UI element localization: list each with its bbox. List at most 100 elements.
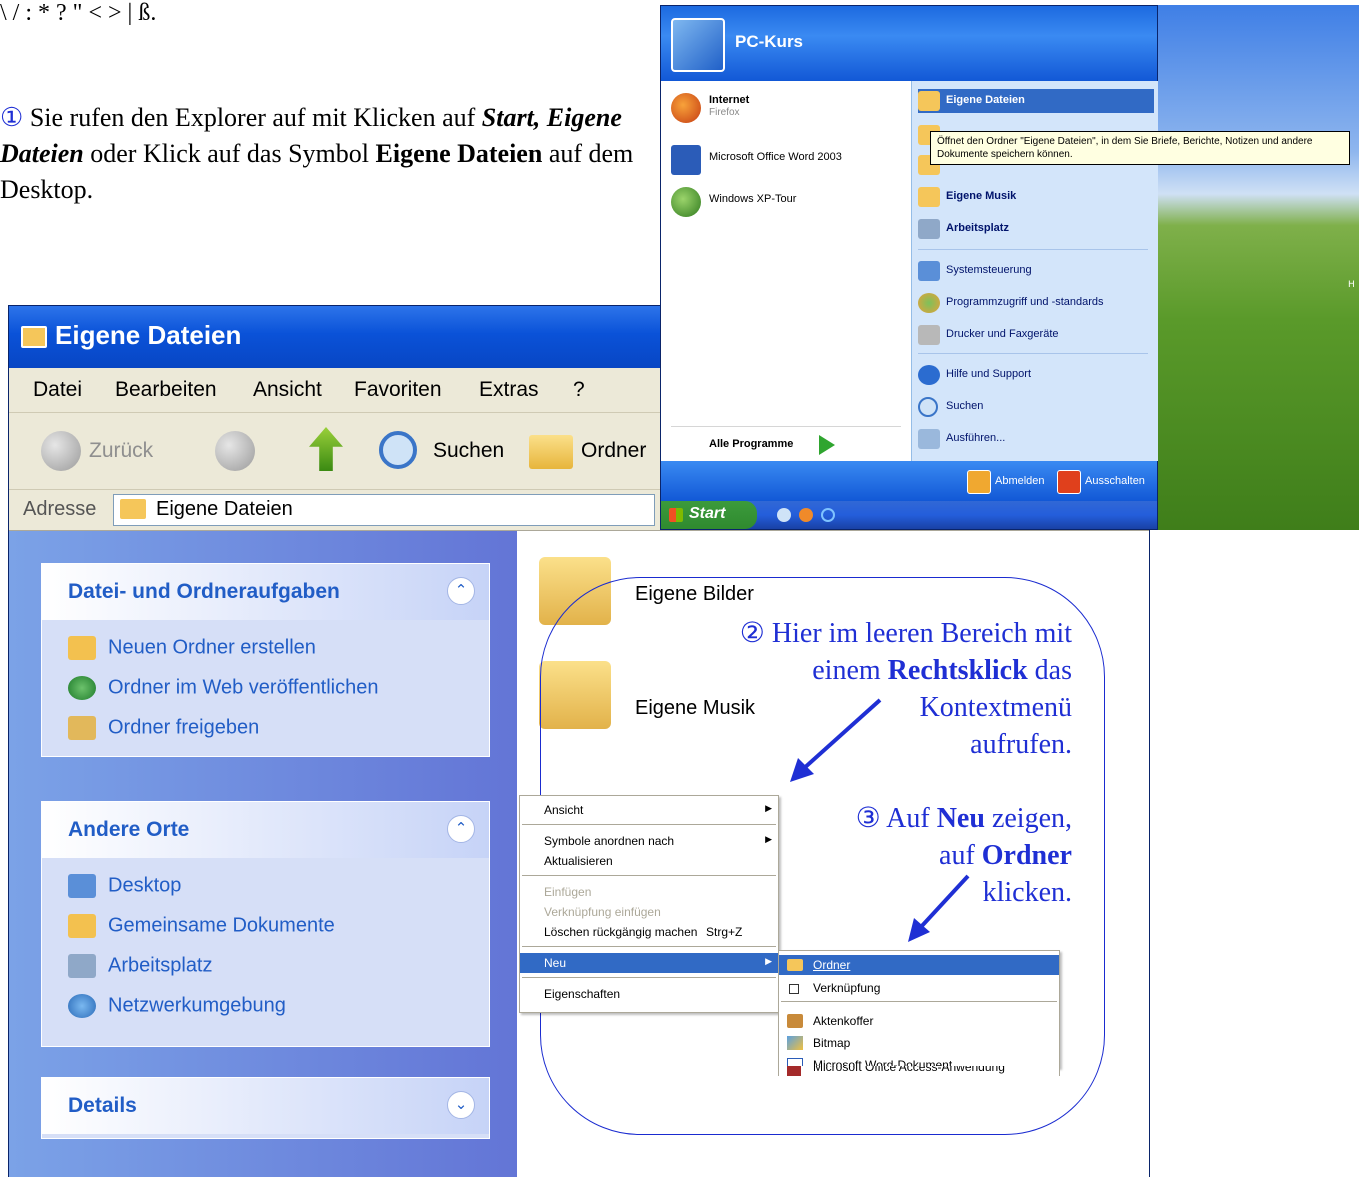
item-systemsteuerung[interactable]: Systemsteuerung [918,259,1154,283]
menu-datei[interactable]: Datei [33,378,82,402]
firefox-quicklaunch-icon[interactable] [799,508,813,522]
places-panel-header[interactable]: Andere Orte ⌃ [42,802,489,858]
new-bitmap-label: Bitmap [813,1036,851,1050]
task-new-folder[interactable]: Neuen Ordner erstellen [68,636,316,660]
step2-strong: Rechtsklick [887,655,1028,686]
menu-ansicht[interactable]: Ansicht [253,378,322,402]
program-internet[interactable]: Internet Firefox [671,91,901,125]
submenu-arrow-icon: ▶ [765,956,772,966]
details-panel-header[interactable]: Details ⌄ [42,1078,489,1134]
new-aktenkoffer-label: Aktenkoffer [813,1014,874,1028]
shutdown-button[interactable]: Ausschalten [1085,475,1145,487]
menu-help[interactable]: ? [573,378,585,402]
back-button[interactable]: Zurück [89,439,153,463]
task-pane: Datei- und Ordneraufgaben ⌃ Neuen Ordner… [9,531,517,1177]
place-shared-documents-label: Gemeinsame Dokumente [108,914,335,937]
program-xp-tour-label: Windows XP-Tour [709,193,797,205]
step3-line-b: auf [939,840,982,871]
step3-line-a: Auf [880,803,937,834]
up-folder-icon[interactable] [309,427,343,471]
task-share-folder[interactable]: Ordner freigeben [68,716,259,740]
expand-down-icon[interactable]: ⌄ [447,1091,475,1119]
item-suchen[interactable]: Suchen [918,395,1154,419]
ctx-rueckgaengig[interactable]: Löschen rückgängig machen Strg+Z [520,922,778,942]
place-shared-documents[interactable]: Gemeinsame Dokumente [68,914,335,938]
ctx-neu[interactable]: Neu ▶ [520,953,778,973]
collapse-up-icon[interactable]: ⌃ [447,815,475,843]
address-field[interactable]: Eigene Dateien [113,494,655,526]
address-label: Adresse [23,498,97,520]
menu-extras[interactable]: Extras [479,378,539,402]
new-verknuepfung[interactable]: Verknüpfung [779,978,1059,998]
my-computer-icon [68,954,96,978]
place-my-computer[interactable]: Arbeitsplatz [68,954,213,978]
place-desktop[interactable]: Desktop [68,874,181,898]
run-icon [918,429,940,449]
details-panel: Details ⌄ [41,1077,490,1139]
back-arrow-icon[interactable] [41,431,81,471]
new-ordner-label: Ordner [813,958,851,972]
menu-bearbeiten[interactable]: Bearbeiten [115,378,217,402]
item-ausfuehren[interactable]: Ausführen... [918,427,1154,451]
arrow-to-blank-area-icon [790,698,882,782]
place-network-label: Netzwerkumgebung [108,994,286,1017]
details-panel-title: Details [68,1094,137,1117]
logoff-button[interactable]: Abmelden [995,475,1045,487]
ctx-symbole-anordnen[interactable]: Symbole anordnen nach ▶ [520,831,778,851]
folders-icon[interactable] [529,435,573,469]
forward-arrow-icon[interactable] [215,431,255,471]
ctx-eigenschaften-label: Eigenschaften [544,987,621,1001]
tooltip: Öffnet den Ordner "Eigene Dateien", in d… [930,131,1350,165]
ctx-eigenschaften[interactable]: Eigenschaften [520,984,778,1004]
place-desktop-label: Desktop [108,874,182,897]
control-panel-icon [918,261,940,281]
menu-favoriten[interactable]: Favoriten [354,378,442,402]
start-button[interactable]: Start [661,501,757,529]
item-hilfe[interactable]: Hilfe und Support [918,363,1154,387]
new-submenu: Ordner Verknüpfung Aktenkoffer Bitmap Mi… [778,950,1060,1068]
new-aktenkoffer[interactable]: Aktenkoffer [779,1011,1059,1031]
place-eigene-dateien[interactable]: Eigene Dateien [918,89,1154,113]
ctx-symbole-anordnen-label: Symbole anordnen nach [544,834,675,848]
item-programmzugriff-label: Programmzugriff und -standards [946,296,1104,308]
step3-line-a-tail: zeigen, [984,803,1072,834]
share-folder-icon [68,716,96,740]
folders-button[interactable]: Ordner [581,439,646,463]
search-icon[interactable] [379,431,417,469]
shutdown-icon[interactable] [1057,470,1081,494]
program-internet-label: Internet [709,94,750,106]
ie-quicklaunch-icon[interactable] [821,508,835,522]
bitmap-icon [787,1036,803,1050]
program-access-icon [918,293,940,313]
new-bitmap[interactable]: Bitmap [779,1033,1059,1053]
desktop-show-icon[interactable] [777,508,791,522]
ctx-ansicht[interactable]: Ansicht ▶ [520,800,778,820]
place-arbeitsplatz[interactable]: Arbeitsplatz [918,217,1154,241]
shortcut-icon [789,984,799,994]
ctx-aktualisieren[interactable]: Aktualisieren [520,851,778,871]
new-ordner[interactable]: Ordner [779,955,1059,975]
program-xp-tour[interactable]: Windows XP-Tour [671,185,901,219]
item-hilfe-label: Hilfe und Support [946,368,1031,380]
step2-line-a: Hier im leeren Bereich mit [764,618,1072,649]
all-programs-button[interactable]: Alle Programme [709,433,889,457]
search-button[interactable]: Suchen [433,439,504,463]
new-access-partial[interactable]: Microsoft Office Access-Anwendung [778,1066,1060,1076]
ctx-aktualisieren-label: Aktualisieren [544,854,613,868]
tasks-panel-header[interactable]: Datei- und Ordneraufgaben ⌃ [42,564,489,620]
place-eigene-musik[interactable]: Eigene Musik [918,185,1154,209]
program-word[interactable]: Microsoft Office Word 2003 [671,143,901,177]
collapse-up-icon[interactable]: ⌃ [447,577,475,605]
task-publish-web[interactable]: Ordner im Web veröffentlichen [68,676,379,700]
place-network[interactable]: Netzwerkumgebung [68,994,286,1018]
logoff-icon[interactable] [967,470,991,494]
item-drucker[interactable]: Drucker und Faxgeräte [918,323,1154,347]
item-programmzugriff[interactable]: Programmzugriff und -standards [918,291,1154,315]
place-eigene-dateien-label: Eigene Dateien [946,94,1025,106]
search-icon [918,397,938,417]
start-menu-header: PC-Kurs [661,6,1157,81]
task-publish-web-label: Ordner im Web veröffentlichen [108,676,379,699]
task-share-folder-label: Ordner freigeben [108,716,260,739]
places-panel: Andere Orte ⌃ Desktop Gemeinsame Dokumen… [41,801,490,1047]
separator [522,977,776,978]
